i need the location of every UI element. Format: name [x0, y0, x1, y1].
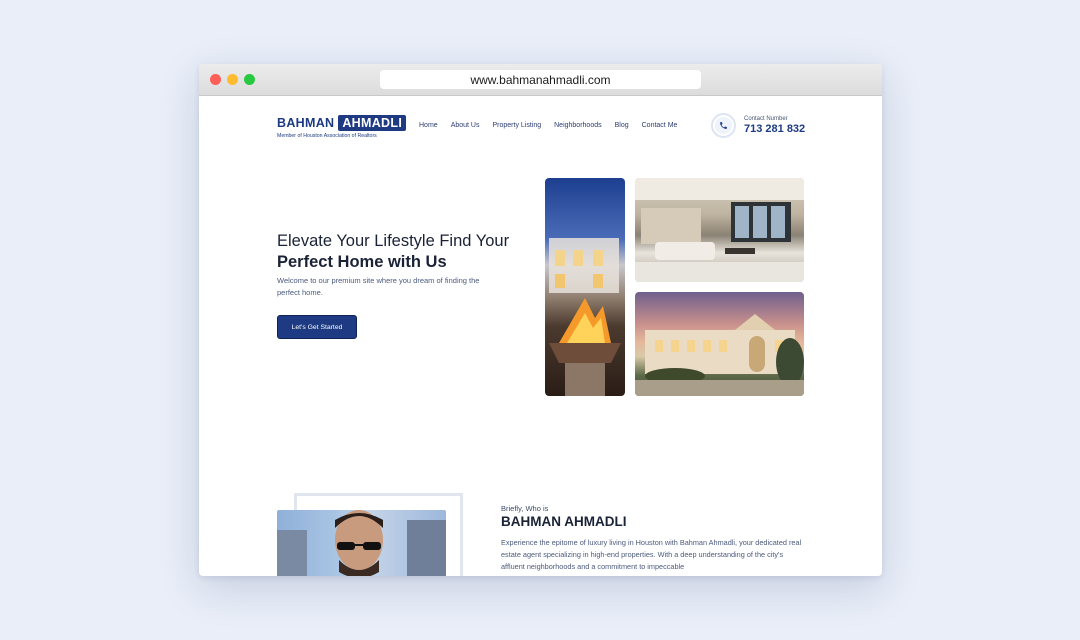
web-page: BAHMAN AHMADLI Member of Houston Associa… — [199, 96, 882, 576]
nav-link-about[interactable]: About Us — [451, 122, 480, 129]
about-kicker: Briefly, Who is — [501, 504, 549, 513]
hero-image-fire-pit — [545, 178, 625, 396]
living-room-illustration — [635, 178, 804, 282]
mansion-illustration — [635, 314, 804, 396]
nav-link-blog[interactable]: Blog — [615, 122, 629, 129]
nav-link-neighborhoods[interactable]: Neighborhoods — [554, 122, 601, 129]
hero-title-bold: Perfect Home with Us — [277, 253, 447, 271]
nav-link-home[interactable]: Home — [419, 122, 438, 129]
contact-block[interactable]: Contact Number 713 281 832 — [711, 113, 805, 138]
about-name: BAHMAN AHMADLI — [501, 514, 627, 529]
logo-last-name: AHMADLI — [338, 114, 407, 131]
nav-link-contact[interactable]: Contact Me — [642, 122, 678, 129]
hero-image-living-room — [635, 178, 804, 282]
main-nav: Home About Us Property Listing Neighborh… — [419, 122, 690, 129]
phone-icon-wrapper[interactable] — [711, 113, 736, 138]
fire-pit-illustration — [549, 238, 621, 396]
about-text: Experience the epitome of luxury living … — [501, 538, 802, 571]
site-logo[interactable]: BAHMAN AHMADLI Member of Houston Associa… — [277, 114, 407, 139]
agent-portrait — [277, 510, 446, 576]
hero-image-mansion — [635, 292, 804, 396]
browser-titlebar: www.bahmanahmadli.com — [199, 64, 882, 96]
hero-subtitle: Welcome to our premium site where you dr… — [277, 276, 480, 297]
agent-portrait-illustration — [277, 510, 446, 576]
close-window-button[interactable] — [210, 74, 221, 85]
contact-number[interactable]: 713 281 832 — [744, 123, 805, 135]
about-name-bold: BAHMAN — [501, 514, 561, 529]
maximize-window-button[interactable] — [244, 74, 255, 85]
hero-title: Elevate Your Lifestyle Find Your Perfect… — [277, 231, 517, 273]
get-started-button[interactable]: Let's Get Started — [277, 315, 357, 339]
address-bar[interactable]: www.bahmanahmadli.com — [380, 70, 701, 89]
about-name-rest: AHMADLI — [561, 514, 627, 529]
nav-link-property-listing[interactable]: Property Listing — [492, 122, 541, 129]
logo-tagline: Member of Houston Association of Realtor… — [277, 133, 377, 139]
hero-title-plain: Elevate Your Lifestyle Find Your — [277, 232, 510, 250]
phone-icon — [720, 122, 727, 129]
logo-first-name: BAHMAN — [277, 115, 335, 130]
contact-label: Contact Number — [744, 116, 788, 122]
browser-window: www.bahmanahmadli.com BAHMAN AHMADLI Mem… — [199, 64, 882, 576]
minimize-window-button[interactable] — [227, 74, 238, 85]
